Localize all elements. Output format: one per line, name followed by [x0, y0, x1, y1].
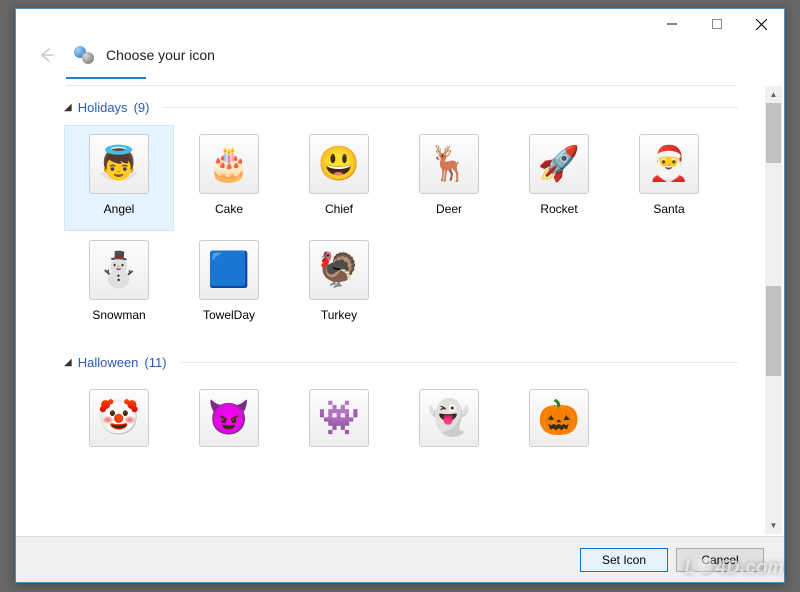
santa-icon: 🎅 — [639, 134, 699, 194]
icon-label: Angel — [104, 202, 135, 216]
rocket-icon: 🚀 — [529, 134, 589, 194]
halloween-icon: 😈 — [199, 389, 259, 447]
icon-item-chief[interactable]: 😃 Chief — [284, 125, 394, 231]
category-name: Holidays — [78, 100, 128, 115]
category-count: (11) — [144, 355, 166, 370]
icon-grid-halloween: 🤡 😈 👾 👻 🎃 — [64, 380, 738, 456]
icon-item-santa[interactable]: 🎅 Santa — [614, 125, 724, 231]
maximize-button — [694, 9, 739, 39]
scrollbar-thumb[interactable] — [766, 286, 781, 376]
category-holidays: ◢ Holidays (9) 👼 Angel 🎂 Cake 😃 — [64, 100, 738, 337]
dialog-window: Choose your icon ◢ Holidays (9) 👼 Angel — [15, 8, 785, 583]
halloween-icon: 🤡 — [89, 389, 149, 447]
category-header[interactable]: ◢ Holidays (9) — [64, 100, 738, 115]
expand-arrow-icon: ◢ — [64, 102, 72, 113]
icon-item-rocket[interactable]: 🚀 Rocket — [504, 125, 614, 231]
category-name: Halloween — [78, 355, 139, 370]
turkey-icon: 🦃 — [309, 240, 369, 300]
category-header[interactable]: ◢ Halloween (11) — [64, 355, 738, 370]
icon-item-turkey[interactable]: 🦃 Turkey — [284, 231, 394, 337]
icon-label: Deer — [436, 202, 462, 216]
icon-item-deer[interactable]: 🦌 Deer — [394, 125, 504, 231]
minimize-button[interactable] — [649, 9, 694, 39]
titlebar — [16, 9, 784, 39]
category-line — [181, 362, 738, 363]
category-halloween: ◢ Halloween (11) 🤡 😈 👾 — [64, 355, 738, 456]
set-icon-button[interactable]: Set Icon — [580, 548, 668, 572]
icon-item-cake[interactable]: 🎂 Cake — [174, 125, 284, 231]
icon-item[interactable]: 🤡 — [64, 380, 174, 456]
icon-label: Rocket — [540, 202, 577, 216]
icon-item[interactable]: 😈 — [174, 380, 284, 456]
category-line — [163, 107, 738, 108]
chief-icon: 😃 — [309, 134, 369, 194]
cancel-button[interactable]: Cancel — [676, 548, 764, 572]
title-underline — [66, 77, 146, 79]
icon-label: Snowman — [92, 308, 145, 322]
icon-item[interactable]: 🎃 — [504, 380, 614, 456]
snowman-icon: ⛄ — [89, 240, 149, 300]
close-button[interactable] — [739, 9, 784, 39]
scroll-up-button[interactable]: ▲ — [765, 86, 782, 103]
icon-item-snowman[interactable]: ⛄ Snowman — [64, 231, 174, 337]
content-area: ◢ Holidays (9) 👼 Angel 🎂 Cake 😃 — [16, 86, 784, 534]
icon-item[interactable]: 👾 — [284, 380, 394, 456]
icon-item-towelday[interactable]: 🟦 TowelDay — [174, 231, 284, 337]
deer-icon: 🦌 — [419, 134, 479, 194]
halloween-icon: 👻 — [419, 389, 479, 447]
footer: Set Icon Cancel — [16, 536, 784, 582]
app-icon — [74, 44, 96, 66]
halloween-icon: 🎃 — [529, 389, 589, 447]
icon-label: Cake — [215, 202, 243, 216]
halloween-icon: 👾 — [309, 389, 369, 447]
cake-icon: 🎂 — [199, 134, 259, 194]
icon-list: ◢ Holidays (9) 👼 Angel 🎂 Cake 😃 — [16, 86, 784, 534]
icon-label: Chief — [325, 202, 353, 216]
page-title: Choose your icon — [106, 47, 215, 63]
towelday-icon: 🟦 — [199, 240, 259, 300]
icon-label: TowelDay — [203, 308, 255, 322]
scroll-down-button[interactable]: ▼ — [765, 517, 782, 534]
back-arrow-icon — [34, 43, 58, 67]
scrollbar-thumb[interactable] — [766, 103, 781, 163]
icon-item[interactable]: 👻 — [394, 380, 504, 456]
angel-icon: 👼 — [89, 134, 149, 194]
expand-arrow-icon: ◢ — [64, 357, 72, 368]
icon-item-angel[interactable]: 👼 Angel — [64, 125, 174, 231]
category-count: (9) — [134, 100, 150, 115]
icon-label: Turkey — [321, 308, 357, 322]
vertical-scrollbar[interactable]: ▲ ▼ — [765, 86, 782, 534]
header: Choose your icon — [16, 39, 784, 75]
icon-grid-holidays: 👼 Angel 🎂 Cake 😃 Chief 🦌 Deer — [64, 125, 738, 337]
icon-label: Santa — [653, 202, 684, 216]
